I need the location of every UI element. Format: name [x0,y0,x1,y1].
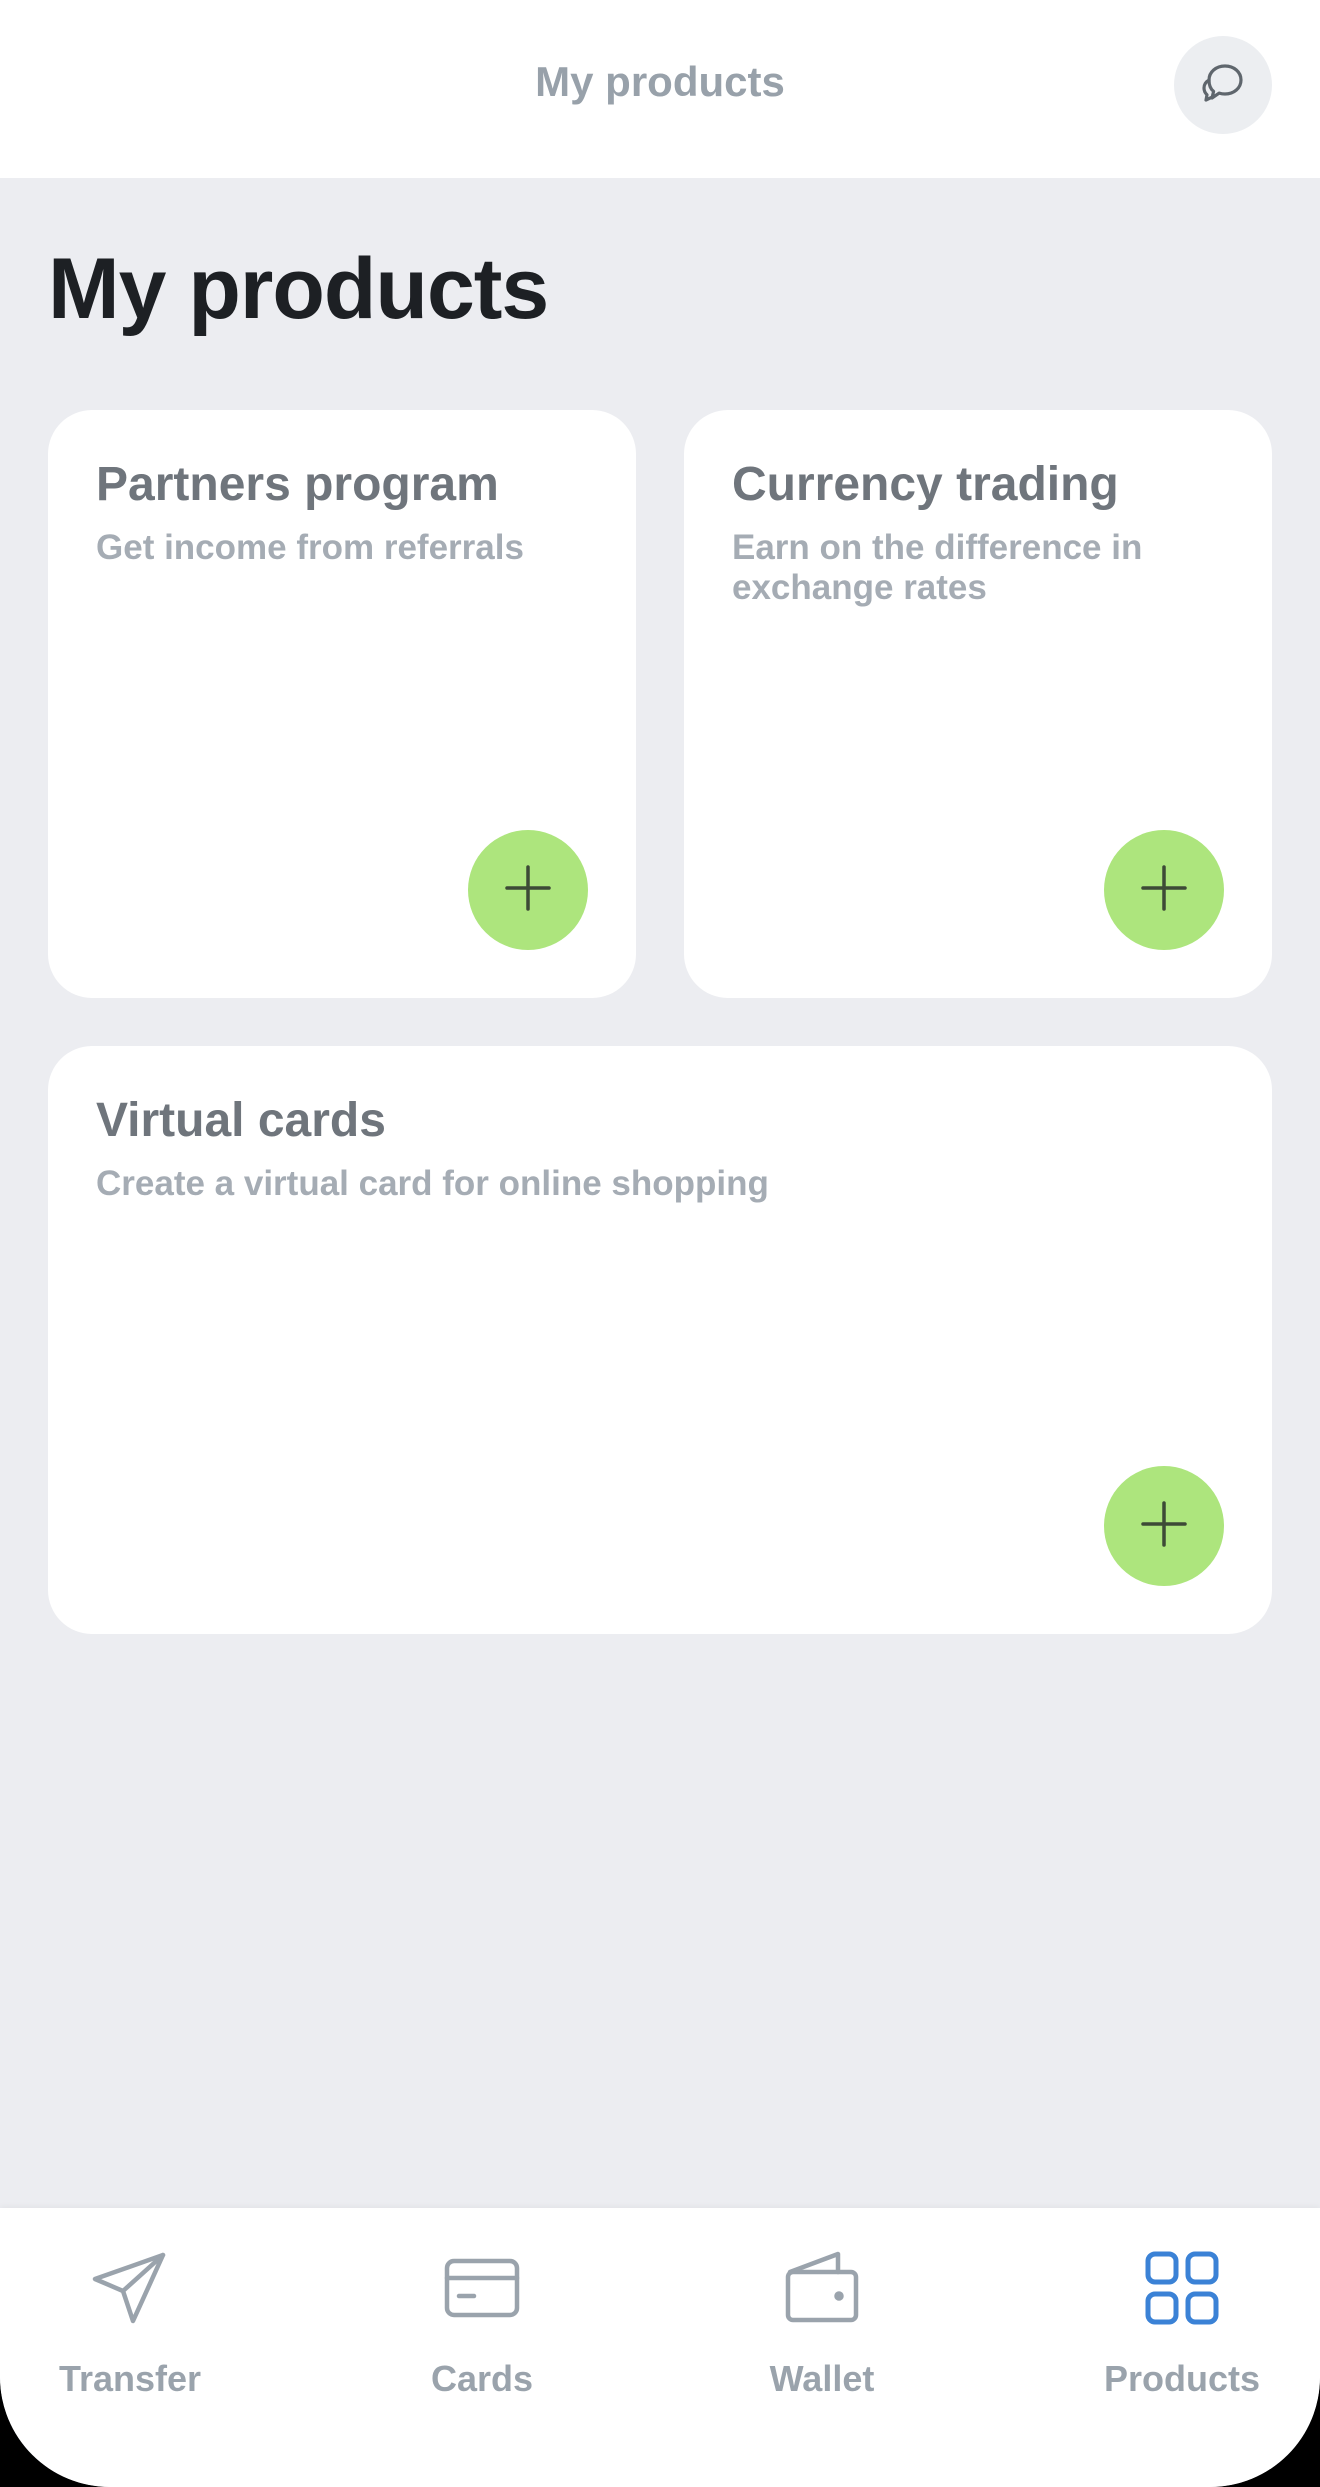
product-card-partners-program[interactable]: Partners program Get income from referra… [48,410,636,998]
plus-icon [1139,1499,1189,1554]
chat-button[interactable] [1174,36,1272,134]
send-icon [90,2248,170,2328]
nav-item-cards[interactable]: Cards [362,2248,602,2400]
grid-icon [1142,2248,1222,2328]
card-title: Currency trading [732,458,1119,511]
nav-item-transfer[interactable]: Transfer [10,2248,250,2400]
card-icon [442,2248,522,2328]
app-screen: My products My products Partners program… [0,0,1320,2487]
wallet-icon [782,2248,862,2328]
plus-icon [503,863,553,918]
nav-item-products[interactable]: Products [1062,2248,1302,2400]
top-bar: My products [0,0,1320,178]
nav-label: Cards [430,2358,534,2399]
header-title: My products [535,58,785,105]
nav-item-wallet[interactable]: Wallet [702,2248,942,2400]
bottom-navigation: Transfer Cards Wallet Products [0,2208,1320,2487]
add-partners-program-button[interactable] [468,830,588,950]
product-card-currency-trading[interactable]: Currency trading Earn on the difference … [684,410,1272,998]
card-description: Earn on the difference in exchange rates [732,527,1143,607]
nav-label: Wallet [769,2358,875,2399]
page-title: My products [48,241,549,337]
card-title: Virtual cards [96,1094,386,1147]
plus-icon [1139,863,1189,918]
card-title: Partners program [96,458,499,511]
add-virtual-card-button[interactable] [1104,1466,1224,1586]
card-description: Create a virtual card for online shoppin… [96,1163,769,1203]
add-currency-trading-button[interactable] [1104,830,1224,950]
chat-icon [1200,60,1246,111]
nav-label: Transfer [58,2358,202,2399]
card-description: Get income from referrals [96,527,524,567]
product-card-virtual-cards[interactable]: Virtual cards Create a virtual card for … [48,1046,1272,1634]
nav-label: Products [1103,2358,1261,2399]
